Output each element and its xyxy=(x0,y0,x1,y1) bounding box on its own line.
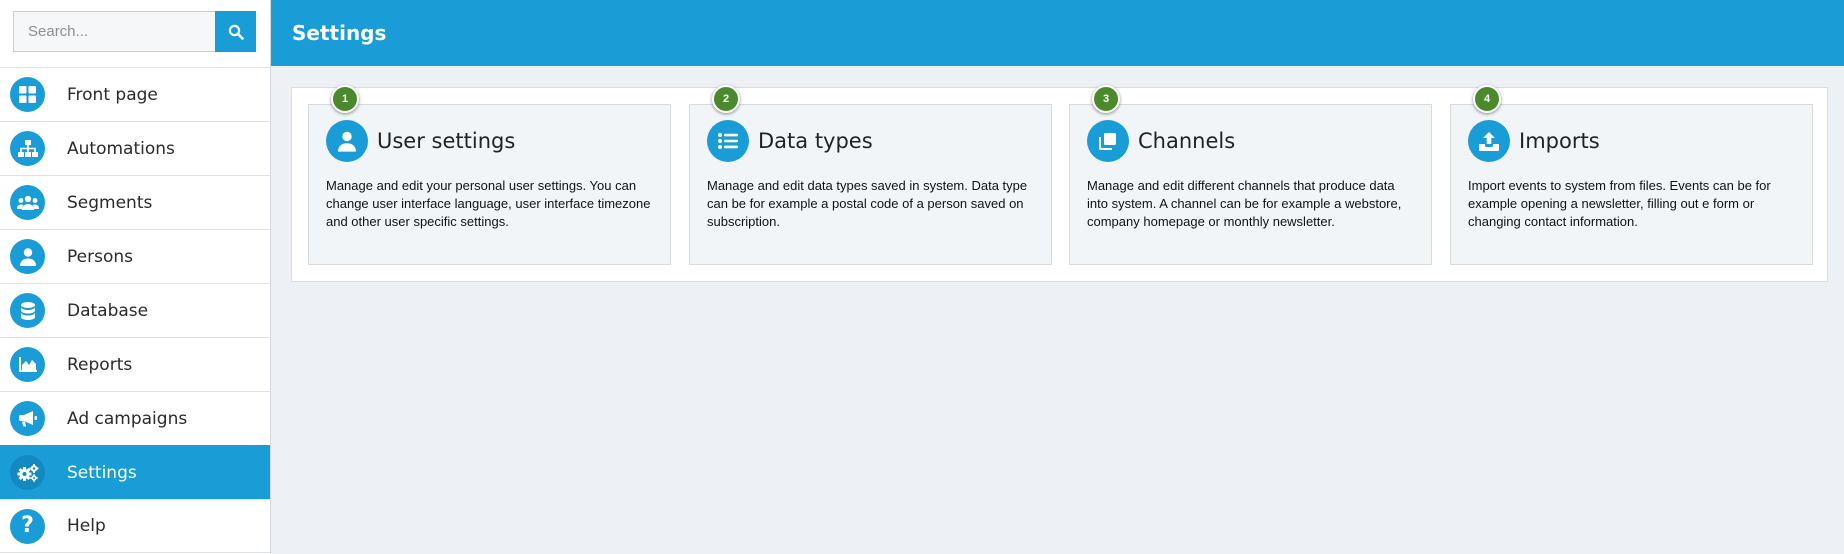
sidebar-nav: Front page Automations Segments Persons … xyxy=(0,67,270,553)
settings-panel: 1 User settings Manage and edit your per… xyxy=(291,85,1828,282)
sidebar-item-label: Help xyxy=(67,516,106,536)
cogs-icon xyxy=(10,455,45,490)
card-header: Channels xyxy=(1087,120,1235,162)
step-badge: 1 xyxy=(331,85,359,113)
sidebar-item-segments[interactable]: Segments xyxy=(0,175,270,229)
user-icon xyxy=(326,120,368,162)
card-data-types[interactable]: 2 Data types Manage and edit data types … xyxy=(689,85,1052,265)
card-title: Channels xyxy=(1138,129,1236,153)
megaphone-icon xyxy=(10,401,45,436)
search-icon xyxy=(228,24,244,40)
grid-icon xyxy=(10,77,45,112)
sidebar-item-label: Segments xyxy=(67,192,153,213)
users-icon xyxy=(10,185,45,220)
question-icon: ? xyxy=(10,508,45,544)
top-bar: Settings xyxy=(271,0,1844,66)
upload-icon xyxy=(1468,120,1510,162)
card-description: Import events to system from files. Even… xyxy=(1468,178,1771,229)
card-description: Manage and edit different channels that … xyxy=(1087,178,1402,229)
sitemap-icon xyxy=(10,131,45,166)
sidebar-item-label: Database xyxy=(67,300,149,321)
sidebar-item-label: Ad campaigns xyxy=(67,408,188,429)
database-icon xyxy=(10,293,45,328)
app-window: Front page Automations xyxy=(0,0,1844,554)
sidebar-item-persons[interactable]: Persons xyxy=(0,229,270,283)
sidebar-item-label: Front page xyxy=(67,84,158,105)
card-user-settings[interactable]: 1 User settings Manage and edit your per… xyxy=(308,85,671,265)
step-badge: 2 xyxy=(712,85,740,113)
user-icon xyxy=(10,239,45,274)
step-badge: 4 xyxy=(1473,85,1501,113)
card-description: Manage and edit your personal user setti… xyxy=(326,178,651,229)
search-input[interactable] xyxy=(13,11,215,52)
search-bar xyxy=(13,11,256,52)
card-imports[interactable]: 4 Imports Import events to system from f… xyxy=(1450,85,1813,265)
list-icon xyxy=(707,120,749,162)
page-title: Settings xyxy=(292,21,387,45)
sidebar-item-label: Settings xyxy=(67,462,137,483)
card-title: Imports xyxy=(1519,129,1600,153)
area-chart-icon xyxy=(10,347,45,382)
sidebar-item-front-page[interactable]: Front page xyxy=(0,67,270,121)
card-header: Data types xyxy=(707,120,873,162)
sidebar-item-automations[interactable]: Automations xyxy=(0,121,270,175)
sidebar-item-ad-campaigns[interactable]: Ad campaigns xyxy=(0,391,270,445)
search-button[interactable] xyxy=(215,11,256,52)
sidebar-item-label: Reports xyxy=(67,354,133,375)
sidebar-item-label: Automations xyxy=(67,138,175,159)
sidebar-item-database[interactable]: Database xyxy=(0,283,270,337)
card-channels[interactable]: 3 Channels Manage and edit different cha… xyxy=(1069,85,1432,265)
sidebar-item-label: Persons xyxy=(67,246,133,267)
sidebar-item-reports[interactable]: Reports xyxy=(0,337,270,391)
card-title: Data types xyxy=(758,129,873,153)
sidebar-item-settings[interactable]: Settings xyxy=(0,445,270,499)
step-badge: 3 xyxy=(1092,85,1120,113)
card-title: User settings xyxy=(377,129,516,153)
sidebar: Front page Automations xyxy=(0,0,271,554)
card-header: User settings xyxy=(326,120,515,162)
card-description: Manage and edit data types saved in syst… xyxy=(707,178,1028,229)
sidebar-item-help[interactable]: ? Help xyxy=(0,499,270,553)
clone-icon xyxy=(1087,120,1129,162)
card-header: Imports xyxy=(1468,120,1600,162)
